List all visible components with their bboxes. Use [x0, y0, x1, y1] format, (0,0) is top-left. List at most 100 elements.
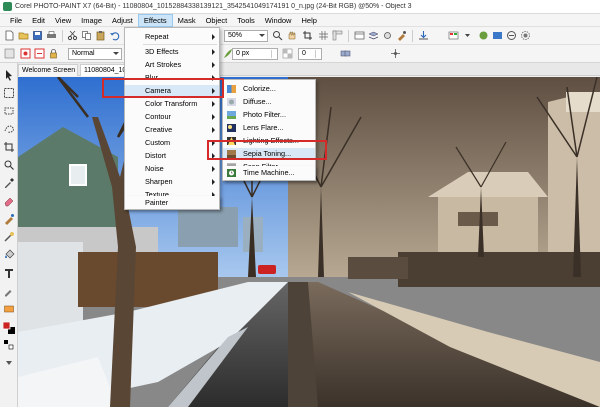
color-palette-icon[interactable] — [448, 30, 459, 41]
grid-icon[interactable] — [318, 30, 329, 41]
tab-welcome-screen[interactable]: Welcome Screen — [18, 64, 78, 76]
menu-item-blur[interactable]: Blur — [125, 72, 219, 84]
menu-item-distort[interactable]: Distort — [125, 150, 219, 162]
menu-file[interactable]: File — [5, 14, 27, 27]
import-icon[interactable] — [418, 30, 429, 41]
transform-icon[interactable] — [390, 48, 401, 59]
zoom-select[interactable]: 50% — [224, 30, 268, 42]
rectangle-mask-tool-icon[interactable] — [3, 105, 15, 117]
menu-item-photo-filter[interactable]: Photo Filter... — [223, 109, 315, 121]
freehand-mask-tool-icon[interactable] — [3, 123, 15, 135]
property-bar: Normal 0 0 px 0 — [0, 45, 600, 63]
standard-toolbar: 50% — [0, 27, 600, 45]
menu-item-colorize[interactable]: Colorize... — [223, 83, 315, 95]
angle-value: 0 — [302, 50, 306, 57]
swap-colors-icon[interactable] — [3, 339, 15, 351]
menu-effects[interactable]: Effects — [137, 13, 173, 27]
menu-mask[interactable]: Mask — [173, 14, 201, 27]
paint-tool-icon[interactable] — [3, 213, 15, 225]
rulers-icon[interactable] — [332, 30, 343, 41]
menu-item-time-machine[interactable]: Time Machine... — [223, 167, 315, 179]
menu-item-3d-effects[interactable]: 3D Effects — [125, 46, 219, 58]
scroll-arrow-icon[interactable] — [3, 357, 15, 369]
welcome-screen-icon[interactable] — [492, 30, 503, 41]
menu-item-contour[interactable]: Contour — [125, 111, 219, 123]
options-icon[interactable] — [520, 30, 531, 41]
zoom-tool-icon[interactable] — [3, 159, 15, 171]
menu-tools[interactable]: Tools — [232, 14, 260, 27]
hand-pan-icon[interactable] — [286, 30, 297, 41]
toolbar-separator — [62, 30, 63, 42]
px-value: 0 px — [236, 50, 250, 57]
menu-item-custom[interactable]: Custom — [125, 137, 219, 149]
menu-item-lighting-effects[interactable]: Lighting Effects... — [223, 135, 315, 147]
menu-item-painter[interactable]: Painter — [125, 197, 219, 209]
interactive-fill-icon[interactable] — [3, 303, 15, 315]
menu-window[interactable]: Window — [260, 14, 297, 27]
merge-mode-select[interactable]: Normal — [68, 48, 122, 60]
window-tile-icon[interactable] — [354, 30, 365, 41]
menu-item-sharpen[interactable]: Sharpen — [125, 176, 219, 188]
menu-view[interactable]: View — [50, 14, 76, 27]
fill-tool-icon[interactable] — [3, 249, 15, 261]
menu-item-noise[interactable]: Noise — [125, 163, 219, 175]
combine-icon[interactable] — [340, 48, 351, 59]
menu-help[interactable]: Help — [296, 14, 321, 27]
corel-connect-icon[interactable] — [506, 30, 517, 41]
open-folder-icon[interactable] — [18, 30, 29, 41]
transparency-icon[interactable] — [282, 48, 293, 59]
eyedropper-tool-icon[interactable] — [3, 177, 15, 189]
submenu-arrow-icon — [212, 101, 215, 107]
mask-icon[interactable] — [20, 48, 31, 59]
toolbar-separator — [412, 30, 413, 42]
pick-tool-icon[interactable] — [3, 69, 15, 81]
object-pick-icon[interactable] — [4, 48, 15, 59]
merge-mode-value: Normal — [72, 50, 95, 57]
eyedropper-color-icon[interactable] — [3, 285, 15, 297]
lock-icon[interactable] — [48, 48, 59, 59]
colorize-icon — [227, 85, 236, 93]
paste-icon[interactable] — [95, 30, 106, 41]
submenu-arrow-icon — [212, 140, 215, 146]
brush-settings-icon[interactable] — [396, 30, 407, 41]
text-tool-icon[interactable] — [3, 267, 15, 279]
mask-overlay-icon[interactable] — [34, 48, 45, 59]
chevron-down-icon[interactable] — [462, 30, 473, 41]
menu-adjust[interactable]: Adjust — [107, 14, 138, 27]
menu-item-camera[interactable]: Camera — [125, 85, 219, 97]
toolbox — [0, 63, 18, 407]
cut-icon[interactable] — [67, 30, 78, 41]
menu-bar: File Edit View Image Adjust Effects Mask… — [0, 13, 600, 27]
layers-icon[interactable] — [368, 30, 379, 41]
menu-image[interactable]: Image — [76, 14, 107, 27]
menu-item-sepia-toning[interactable]: Sepia Toning... — [223, 148, 315, 160]
undo-icon[interactable] — [109, 30, 120, 41]
crop-icon[interactable] — [302, 30, 313, 41]
save-icon[interactable] — [32, 30, 43, 41]
new-file-icon[interactable] — [4, 30, 15, 41]
tool-options-icon[interactable] — [382, 30, 393, 41]
effect-tool-icon[interactable] — [3, 231, 15, 243]
menu-item-color-transform[interactable]: Color Transform — [125, 98, 219, 110]
submenu-arrow-icon — [212, 179, 215, 185]
zoom-in-icon[interactable] — [272, 30, 283, 41]
menu-item-art-strokes[interactable]: Art Strokes — [125, 59, 219, 71]
application-launcher-icon[interactable] — [478, 30, 489, 41]
print-icon[interactable] — [46, 30, 57, 41]
menu-item-repeat[interactable]: Repeat — [125, 31, 219, 43]
window-title: Corel PHOTO-PAINT X7 (64-Bit) - 11080804… — [15, 3, 412, 10]
color-swatches[interactable] — [3, 322, 15, 334]
photo-filter-icon — [227, 111, 236, 119]
menu-item-lens-flare[interactable]: Lens Flare... — [223, 122, 315, 134]
menu-item-creative[interactable]: Creative — [125, 124, 219, 136]
mask-transform-tool-icon[interactable] — [3, 87, 15, 99]
angle-spinner[interactable]: 0 — [298, 48, 322, 60]
eraser-tool-icon[interactable] — [3, 195, 15, 207]
copy-icon[interactable] — [81, 30, 92, 41]
crop-tool-icon[interactable] — [3, 141, 15, 153]
lighting-effects-icon — [227, 137, 236, 145]
menu-item-diffuse[interactable]: Diffuse... — [223, 96, 315, 108]
menu-edit[interactable]: Edit — [27, 14, 50, 27]
px-spinner[interactable]: 0 px — [232, 48, 278, 60]
menu-object[interactable]: Object — [201, 14, 233, 27]
